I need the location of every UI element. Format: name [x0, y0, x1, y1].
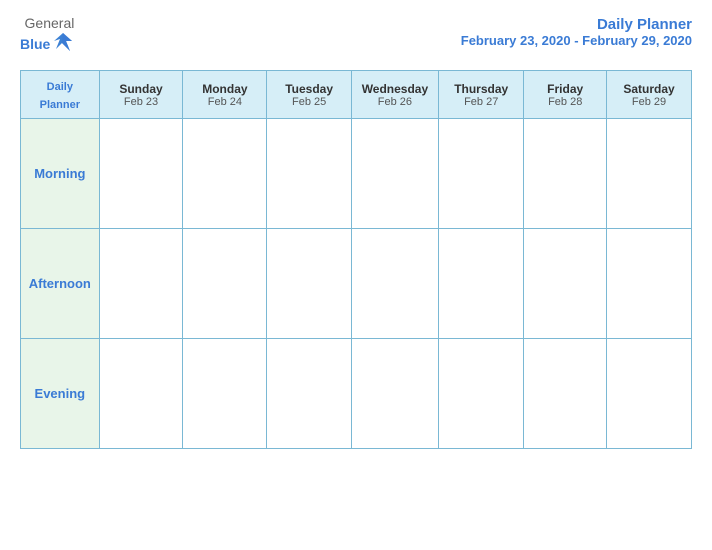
afternoon-fri[interactable]	[524, 228, 607, 338]
col-header-wed: Wednesday Feb 26	[351, 70, 438, 118]
evening-row: Evening	[21, 338, 692, 448]
morning-label: Morning	[21, 118, 100, 228]
evening-mon[interactable]	[183, 338, 267, 448]
morning-row: Morning	[21, 118, 692, 228]
col-header-sat: Saturday Feb 29	[607, 70, 692, 118]
corner-label: Daily Planner	[40, 81, 80, 111]
header: General Blue Daily Planner February 23, …	[20, 16, 692, 58]
morning-sun[interactable]	[99, 118, 183, 228]
afternoon-tue[interactable]	[267, 228, 351, 338]
morning-thu[interactable]	[439, 118, 524, 228]
evening-label: Evening	[21, 338, 100, 448]
morning-tue[interactable]	[267, 118, 351, 228]
morning-fri[interactable]	[524, 118, 607, 228]
col-header-thu: Thursday Feb 27	[439, 70, 524, 118]
page: General Blue Daily Planner February 23, …	[0, 0, 712, 550]
morning-sat[interactable]	[607, 118, 692, 228]
afternoon-label: Afternoon	[21, 228, 100, 338]
planner-table: Daily Planner Sunday Feb 23 Monday Feb 2…	[20, 70, 692, 449]
logo: General Blue	[20, 16, 74, 58]
col-header-tue: Tuesday Feb 25	[267, 70, 351, 118]
col-header-fri: Friday Feb 28	[524, 70, 607, 118]
col-header-sun: Sunday Feb 23	[99, 70, 183, 118]
evening-thu[interactable]	[439, 338, 524, 448]
corner-header: Daily Planner	[21, 70, 100, 118]
planner-title: Daily Planner	[461, 16, 692, 33]
col-header-mon: Monday Feb 24	[183, 70, 267, 118]
afternoon-mon[interactable]	[183, 228, 267, 338]
morning-wed[interactable]	[351, 118, 438, 228]
logo-general: General	[25, 16, 75, 31]
afternoon-sun[interactable]	[99, 228, 183, 338]
title-block: Daily Planner February 23, 2020 - Februa…	[461, 16, 692, 48]
evening-sat[interactable]	[607, 338, 692, 448]
evening-wed[interactable]	[351, 338, 438, 448]
evening-fri[interactable]	[524, 338, 607, 448]
afternoon-row: Afternoon	[21, 228, 692, 338]
afternoon-wed[interactable]	[351, 228, 438, 338]
evening-tue[interactable]	[267, 338, 351, 448]
afternoon-sat[interactable]	[607, 228, 692, 338]
evening-sun[interactable]	[99, 338, 183, 448]
header-row: Daily Planner Sunday Feb 23 Monday Feb 2…	[21, 70, 692, 118]
logo-bird-icon	[52, 31, 74, 58]
logo-blue: Blue	[20, 37, 50, 52]
planner-subtitle: February 23, 2020 - February 29, 2020	[461, 33, 692, 48]
morning-mon[interactable]	[183, 118, 267, 228]
afternoon-thu[interactable]	[439, 228, 524, 338]
